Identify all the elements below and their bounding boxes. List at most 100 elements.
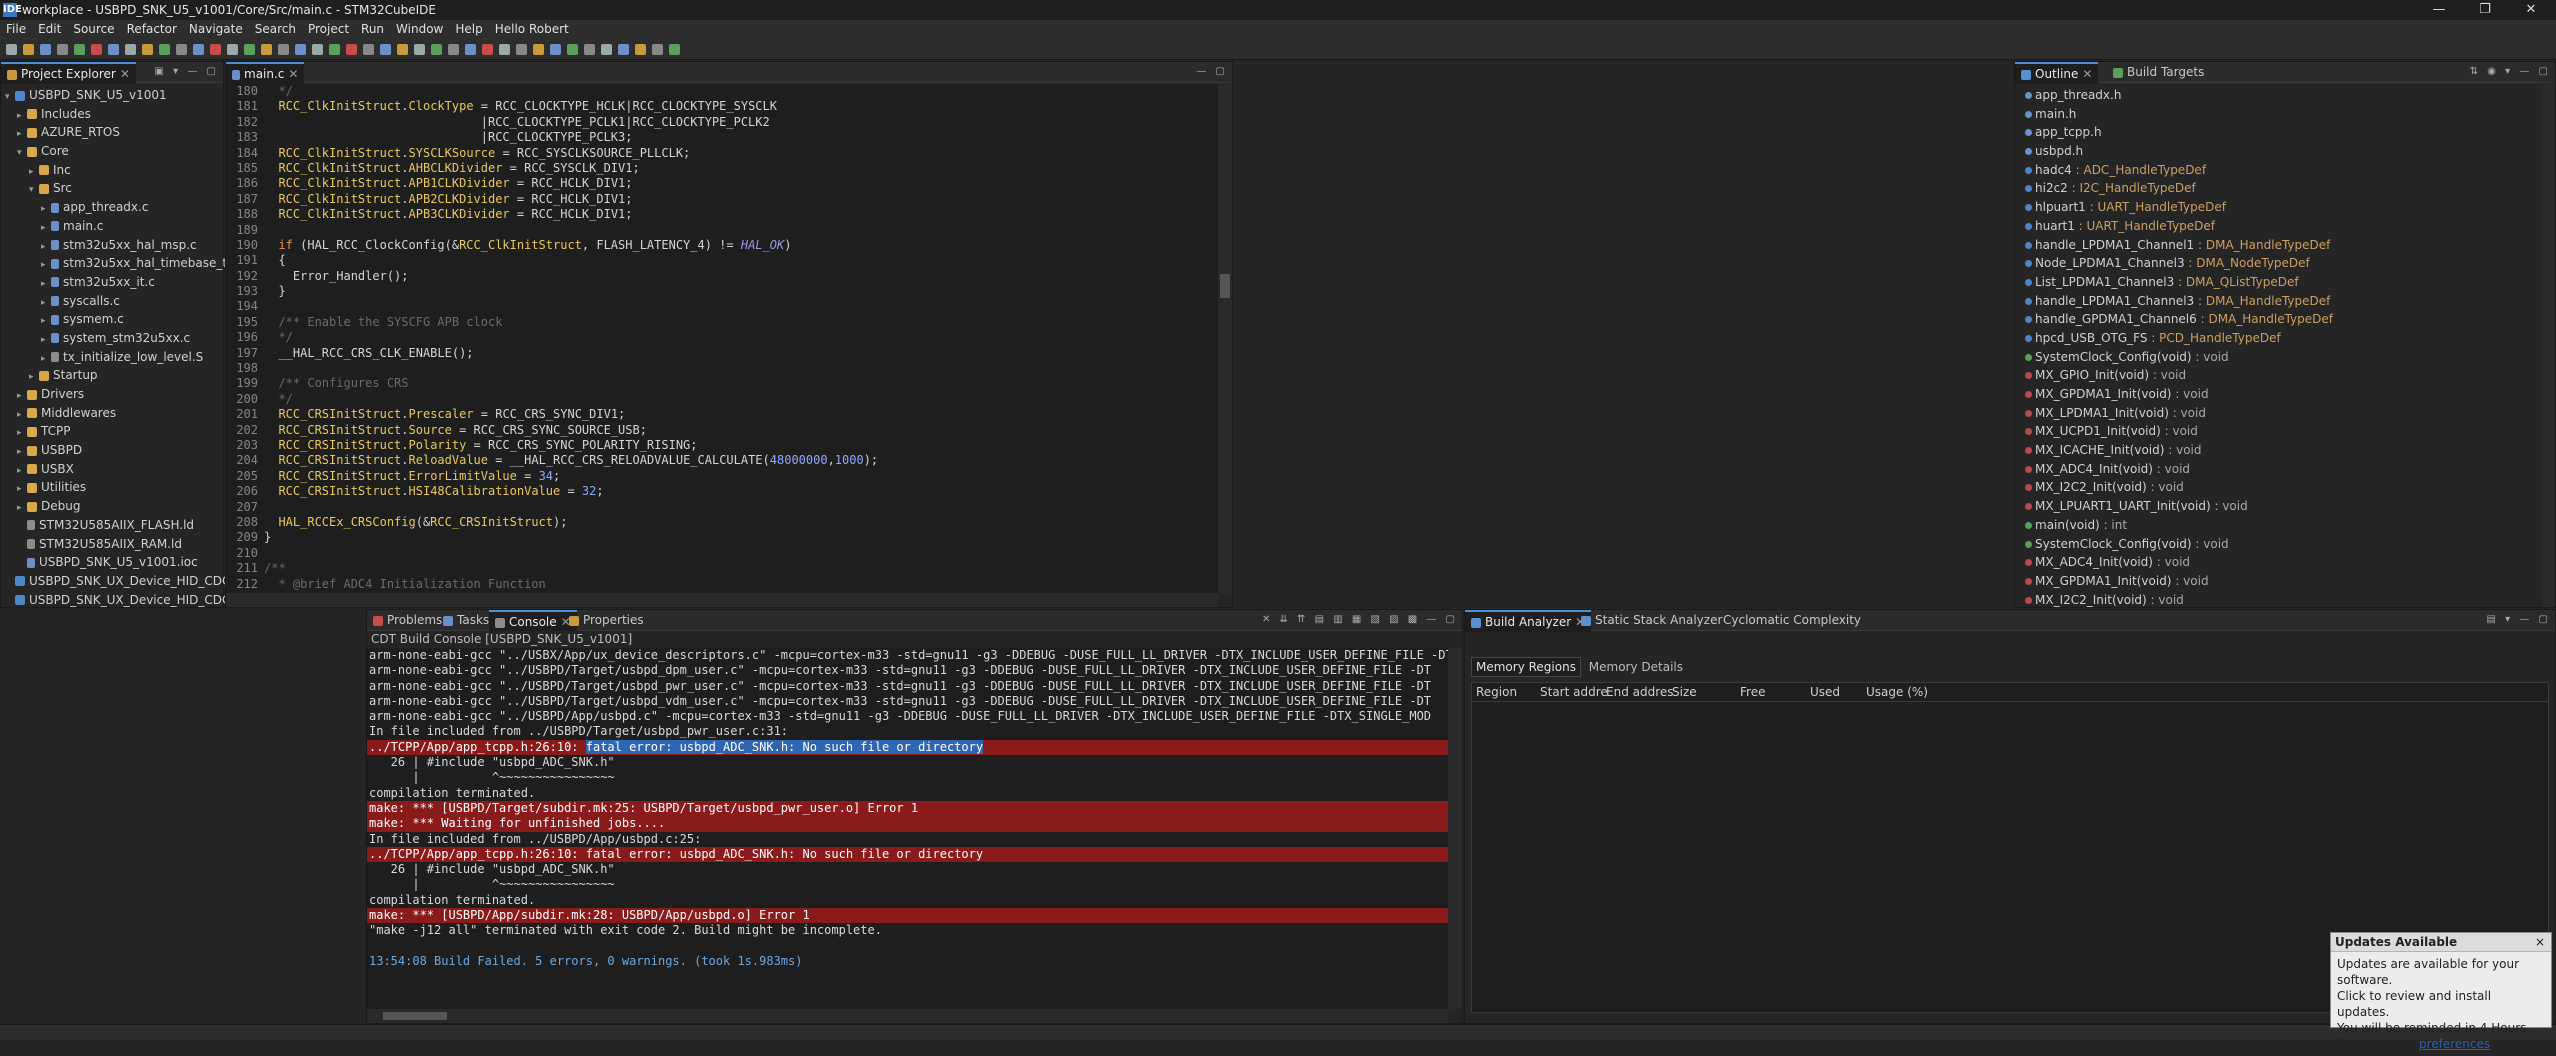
column-header[interactable]: Region [1476, 685, 1517, 699]
code-line[interactable]: 212 * @brief ADC4 Initialization Functio… [226, 577, 1218, 592]
outline-item[interactable]: MX_ICACHE_Init(void) : void [2015, 441, 2543, 460]
code-line[interactable]: 185 RCC_ClkInitStruct.AHBCLKDivider = RC… [226, 161, 1218, 176]
tab-cyclomatic-complexity[interactable]: Cyclomatic Complexity [1717, 610, 1867, 630]
tree-item[interactable]: ▾ Src [1, 179, 223, 198]
toolbar-button-icon[interactable] [584, 44, 595, 55]
toolbar-button-icon[interactable] [601, 44, 612, 55]
code-line[interactable]: 188 RCC_ClkInitStruct.APB3CLKDivider = R… [226, 207, 1218, 222]
outline-item[interactable]: MX_LPUART1_UART_Init(void) : void [2015, 497, 2543, 516]
toolbar-button-icon[interactable] [448, 44, 459, 55]
menu-hello-robert[interactable]: Hello Robert [489, 20, 575, 38]
console-error-line[interactable]: ../TCPP/App/app_tcpp.h:26:10: fatal erro… [367, 739, 1448, 756]
console-line[interactable]: In file included from ../USBPD/App/usbpd… [367, 832, 1448, 847]
tree-item[interactable]: ▸ app_threadx.c [1, 198, 223, 217]
tree-item[interactable]: ▸ stm32u5xx_hal_timebase_tim.c [1, 254, 253, 273]
outline-item[interactable]: hlpuart1 : UART_HandleTypeDef [2015, 198, 2543, 217]
close-icon[interactable]: ✕ [120, 67, 130, 81]
tree-item[interactable]: ▸ AZURE_RTOS [1, 123, 223, 142]
menu-refactor[interactable]: Refactor [121, 20, 183, 38]
column-header[interactable]: Start addre [1540, 685, 1608, 699]
code-line[interactable]: 210 [226, 546, 1218, 561]
toolbar-button-icon[interactable] [142, 44, 153, 55]
outline-item[interactable]: hi2c2 : I2C_HandleTypeDef [2015, 179, 2543, 198]
toolbar-button-icon[interactable] [40, 44, 51, 55]
toolbar-button-icon[interactable] [329, 44, 340, 55]
tree-item[interactable]: ▸ syscalls.c [1, 292, 223, 311]
toolbar-button-icon[interactable] [669, 44, 680, 55]
toolbar-button-icon[interactable] [193, 44, 204, 55]
code-line[interactable]: 186 RCC_ClkInitStruct.APB1CLKDivider = R… [226, 176, 1218, 191]
outline-item[interactable]: SystemClock_Config(void) : void [2015, 535, 2543, 554]
close-icon[interactable]: ✕ [288, 67, 298, 81]
toolbar-button-icon[interactable] [74, 44, 85, 55]
code-line[interactable]: 203 RCC_CRSInitStruct.Polarity = RCC_CRS… [226, 438, 1218, 453]
code-line[interactable]: 183 |RCC_CLOCKTYPE_PCLK3; [226, 130, 1218, 145]
console-error-line[interactable]: make: *** Waiting for unfinished jobs...… [367, 816, 1448, 832]
tab-tasks[interactable]: Tasks [437, 610, 495, 630]
toolbar-button-icon[interactable] [363, 44, 374, 55]
toolbar-button-icon[interactable] [6, 44, 17, 55]
tree-item[interactable]: ▸ Includes [1, 105, 223, 124]
toolbar-button-icon[interactable] [108, 44, 119, 55]
code-line[interactable]: 187 RCC_ClkInitStruct.APB2CLKDivider = R… [226, 192, 1218, 207]
close-window-button[interactable]: ✕ [2508, 0, 2554, 20]
toolbar-button-icon[interactable] [346, 44, 357, 55]
console-error-line[interactable]: make: *** [USBPD/Target/subdir.mk:25: US… [367, 800, 1448, 817]
code-line[interactable]: 200 */ [226, 392, 1218, 407]
restore-button[interactable]: ❐ [2462, 0, 2508, 20]
toolbar-button-icon[interactable] [125, 44, 136, 55]
menu-project[interactable]: Project [302, 20, 355, 38]
code-line[interactable]: 191 { [226, 253, 1218, 268]
tree-item[interactable]: ▸ Drivers [1, 385, 223, 404]
tree-item[interactable]: ▸ Middlewares [1, 404, 223, 423]
toolbar-button-icon[interactable] [23, 44, 34, 55]
editor-vertical-scrollbar[interactable] [1218, 84, 1232, 593]
outline-item[interactable]: SystemClock_Config(void) : void [2015, 348, 2543, 367]
console-line[interactable]: In file included from ../USBPD/Target/us… [367, 724, 1448, 739]
toolbar-button-icon[interactable] [618, 44, 629, 55]
toolbar-button-icon[interactable] [295, 44, 306, 55]
code-line[interactable]: 189 [226, 223, 1218, 238]
console-line[interactable]: | ^~~~~~~~~~~~~~~~~ [367, 877, 1448, 892]
console-line[interactable]: 13:54:08 Build Failed. 5 errors, 0 warni… [367, 954, 1448, 969]
tree-item[interactable]: STM32U585AIIX_RAM.ld [1, 535, 223, 554]
tree-item[interactable]: USBPD_SNK_UX_Device_HID_CDC_ACM2_update0… [1, 591, 350, 610]
column-header[interactable]: Free [1740, 685, 1765, 699]
console-line[interactable]: arm-none-eabi-gcc "../USBPD/Target/usbpd… [367, 679, 1448, 694]
console-horizontal-scrollbar[interactable] [367, 1009, 1448, 1023]
tab-static-stack-analyzer[interactable]: Static Stack Analyzer [1575, 610, 1728, 630]
tree-item[interactable]: ▸ sysmem.c [1, 310, 223, 329]
outline-item[interactable]: handle_GPDMA1_Channel6 : DMA_HandleTypeD… [2015, 310, 2543, 329]
outline-item[interactable]: handle_LPDMA1_Channel1 : DMA_HandleTypeD… [2015, 236, 2543, 255]
code-line[interactable]: 211 /** [226, 561, 1218, 576]
code-line[interactable]: 206 RCC_CRSInitStruct.HSI48CalibrationVa… [226, 484, 1218, 499]
outline-item[interactable]: MX_GPDMA1_Init(void) : void [2015, 385, 2543, 404]
tree-item[interactable]: ▸ Inc [1, 161, 223, 180]
outline-item[interactable]: MX_UCPD1_Init(void) : void [2015, 422, 2543, 441]
tab-properties[interactable]: Properties [563, 610, 650, 630]
outline-item[interactable]: MX_GPIO_Init(void) : void [2015, 366, 2543, 385]
outline-item[interactable]: main.h [2015, 105, 2543, 124]
console-line[interactable]: arm-none-eabi-gcc "../USBPD/Target/usbpd… [367, 694, 1448, 709]
column-header[interactable]: End addres [1606, 685, 1674, 699]
tree-item[interactable]: ▸ stm32u5xx_hal_msp.c [1, 236, 223, 255]
code-line[interactable]: 201 RCC_CRSInitStruct.Prescaler = RCC_CR… [226, 407, 1218, 422]
outline-item[interactable]: app_threadx.h [2015, 86, 2543, 105]
toolbar-button-icon[interactable] [261, 44, 272, 55]
console-line[interactable]: 26 | #include "usbpd_ADC_SNK.h" [367, 862, 1448, 877]
code-line[interactable]: 195 /** Enable the SYSCFG APB clock [226, 315, 1218, 330]
code-line[interactable]: 204 RCC_CRSInitStruct.ReloadValue = __HA… [226, 453, 1218, 468]
console-toolbar-icons[interactable]: ✕ ⇊ ⇈ ▤ ▥ ▦ ▧ ▨ ▩ — ▢ [1262, 614, 1458, 625]
toolbar-button-icon[interactable] [380, 44, 391, 55]
console-line[interactable]: arm-none-eabi-gcc "../USBX/App/ux_device… [367, 648, 1448, 663]
console-line[interactable]: "make -j12 all" terminated with exit cod… [367, 923, 1448, 938]
tree-item[interactable]: ▸ Startup [1, 366, 223, 385]
outline-scrollbar[interactable] [2543, 84, 2555, 607]
console-line[interactable]: | ^~~~~~~~~~~~~~~~~ [367, 770, 1448, 785]
menu-source[interactable]: Source [67, 20, 120, 38]
console-line[interactable]: compilation terminated. [367, 893, 1448, 908]
outline-item[interactable]: main(void) : int [2015, 516, 2543, 535]
toolbar-button-icon[interactable] [567, 44, 578, 55]
toolbar-button-icon[interactable] [227, 44, 238, 55]
tree-item[interactable]: ▸ USBPD [1, 441, 223, 460]
